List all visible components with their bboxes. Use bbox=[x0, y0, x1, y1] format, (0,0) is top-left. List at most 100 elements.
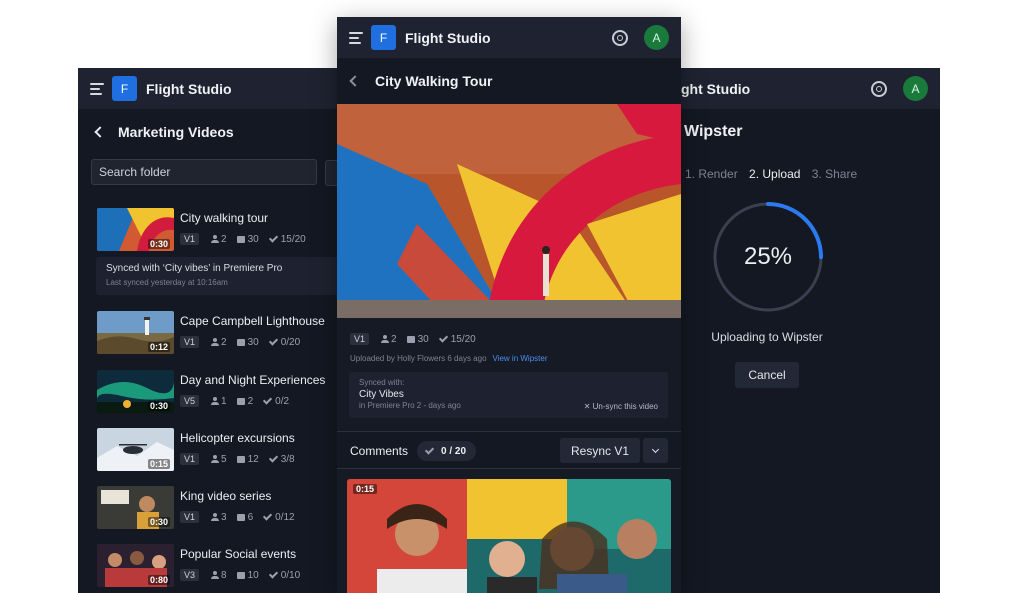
comment-icon bbox=[236, 571, 245, 579]
person-icon bbox=[211, 338, 220, 346]
comment-icon bbox=[236, 455, 245, 463]
check-icon bbox=[424, 445, 435, 455]
approval-count: 0/2 bbox=[275, 395, 290, 407]
sync-time: Last synced yesterday at 10:16am bbox=[106, 278, 228, 287]
video-meta: V1 3 6 0/12 bbox=[180, 511, 305, 523]
video-meta: V5 1 2 0/2 bbox=[180, 395, 299, 407]
search-folder-input[interactable]: Search folder bbox=[91, 159, 317, 185]
cancel-button[interactable]: Cancel bbox=[735, 362, 799, 388]
version-badge: V1 bbox=[180, 511, 200, 523]
person-icon bbox=[211, 513, 220, 521]
check-icon bbox=[268, 569, 278, 579]
video-meta: V3 8 10 0/10 bbox=[180, 569, 310, 581]
resync-dropdown-button[interactable] bbox=[643, 438, 668, 463]
check-icon bbox=[268, 233, 278, 243]
people-count: 1 bbox=[221, 395, 227, 407]
app-title: Flight Studio bbox=[146, 80, 232, 97]
video-title: City walking tour bbox=[180, 211, 269, 225]
person-icon bbox=[211, 235, 220, 243]
check-icon bbox=[263, 395, 273, 405]
duration-badge: 0:15 bbox=[147, 459, 170, 469]
people-count: 2 bbox=[221, 336, 227, 348]
check-icon bbox=[268, 453, 278, 463]
version-badge: V1 bbox=[180, 336, 200, 348]
video-detail-panel: F Flight Studio A City Walking Tour V1 2… bbox=[337, 17, 681, 593]
comment-count: 12 bbox=[247, 453, 259, 465]
uploaded-by-text: Uploaded by Holly Flowers 6 days ago bbox=[350, 354, 487, 363]
left-topbar: F Flight Studio bbox=[78, 68, 340, 109]
comments-bar: Comments 0 / 20 Resync V1 bbox=[337, 431, 681, 469]
unsync-link[interactable]: ✕ Un-sync this video bbox=[584, 402, 658, 411]
video-list-item[interactable]: 0:15 Helicopter excursions V1 5 12 3/8 bbox=[97, 428, 340, 472]
video-list-item[interactable]: 0:80 Popular Social events V3 8 10 0/10 bbox=[97, 544, 340, 588]
video-title: Helicopter excursions bbox=[180, 431, 295, 445]
resync-button[interactable]: Resync V1 bbox=[560, 438, 640, 463]
app-logo: F bbox=[371, 25, 396, 50]
video-list-item[interactable]: 0:30 Day and Night Experiences V5 1 2 0/… bbox=[97, 370, 340, 414]
app-logo: F bbox=[112, 76, 137, 101]
video-title: Popular Social events bbox=[180, 547, 297, 561]
synced-with-box: Synced with: City Vibes in Premiere Pro … bbox=[349, 372, 668, 418]
duration-badge: 0:12 bbox=[147, 342, 170, 352]
approval-count: 3/8 bbox=[280, 453, 295, 465]
check-icon bbox=[268, 336, 278, 346]
folder-header: Marketing Videos bbox=[78, 109, 340, 155]
video-thumbnail: 0:15 bbox=[97, 428, 174, 471]
duration-badge: 0:15 bbox=[353, 484, 378, 494]
video-list-item[interactable]: 0:12 Cape Campbell Lighthouse V1 2 30 0/… bbox=[97, 311, 340, 355]
user-avatar[interactable]: A bbox=[903, 76, 928, 101]
comment-count: 6 bbox=[247, 511, 254, 523]
step-upload: 2. Upload bbox=[749, 167, 801, 181]
sync-status: Synced with ‘City vibes’ in Premiere Pro bbox=[106, 263, 283, 274]
people-count: 2 bbox=[221, 233, 227, 245]
comment-icon bbox=[236, 235, 245, 243]
comments-label: Comments bbox=[350, 444, 409, 458]
version-badge: V1 bbox=[180, 233, 200, 245]
people-count: 3 bbox=[221, 511, 227, 523]
check-icon bbox=[438, 333, 448, 343]
progress-percent: 25% bbox=[743, 243, 793, 270]
upload-title: Wipster bbox=[684, 123, 743, 140]
gear-icon[interactable] bbox=[612, 29, 628, 46]
approval-count: 0/12 bbox=[275, 511, 295, 523]
comments-count-pill[interactable]: 0 / 20 bbox=[417, 441, 477, 461]
video-thumbnail: 0:12 bbox=[97, 311, 174, 354]
approval-count: 15/20 bbox=[450, 333, 476, 345]
comment-count: 30 bbox=[247, 336, 259, 348]
people-count: 8 bbox=[221, 569, 227, 581]
sync-info-box: Synced with ‘City vibes’ in Premiere Pro… bbox=[96, 257, 340, 295]
video-meta: V1 2 30 15/20 bbox=[180, 233, 316, 245]
video-thumbnail: 0:30 bbox=[97, 370, 174, 413]
view-in-wipster-link[interactable]: View in Wipster bbox=[493, 354, 548, 363]
version-badge: V5 bbox=[180, 395, 200, 407]
check-icon bbox=[263, 511, 273, 521]
video-title: Cape Campbell Lighthouse bbox=[180, 314, 325, 328]
video-title: King video series bbox=[180, 489, 272, 503]
people-count: 2 bbox=[391, 333, 397, 345]
duration-badge: 0:80 bbox=[147, 575, 170, 585]
menu-icon[interactable] bbox=[349, 31, 363, 44]
person-icon bbox=[211, 397, 220, 405]
approval-count: 0/20 bbox=[280, 336, 301, 348]
user-avatar[interactable]: A bbox=[644, 25, 669, 50]
comment-video-thumbnail[interactable]: 0:15 bbox=[347, 479, 671, 593]
step-render: 1. Render bbox=[685, 167, 738, 181]
comment-icon bbox=[406, 335, 415, 343]
video-title: City Walking Tour bbox=[375, 73, 493, 89]
version-badge: V3 bbox=[180, 569, 200, 581]
app-title: Flight Studio bbox=[405, 29, 491, 46]
video-meta: V1 2 30 15/20 bbox=[350, 333, 486, 345]
menu-icon[interactable] bbox=[90, 82, 104, 95]
approval-count: 0/10 bbox=[280, 569, 301, 581]
video-meta: V1 5 12 3/8 bbox=[180, 453, 305, 465]
video-list-item[interactable]: 0:30 King video series V1 3 6 0/12 bbox=[97, 486, 340, 530]
comment-count: 10 bbox=[247, 569, 259, 581]
video-thumbnail: 0:30 bbox=[97, 486, 174, 529]
video-list-item[interactable]: 0:30 City walking tour V1 2 30 15/20 bbox=[97, 208, 340, 252]
video-player[interactable] bbox=[337, 104, 681, 318]
right-topbar: ght Studio A bbox=[676, 68, 940, 109]
gear-icon[interactable] bbox=[871, 80, 887, 97]
back-chevron-icon[interactable] bbox=[94, 126, 106, 138]
back-chevron-icon[interactable] bbox=[349, 75, 361, 87]
comment-icon bbox=[236, 513, 245, 521]
